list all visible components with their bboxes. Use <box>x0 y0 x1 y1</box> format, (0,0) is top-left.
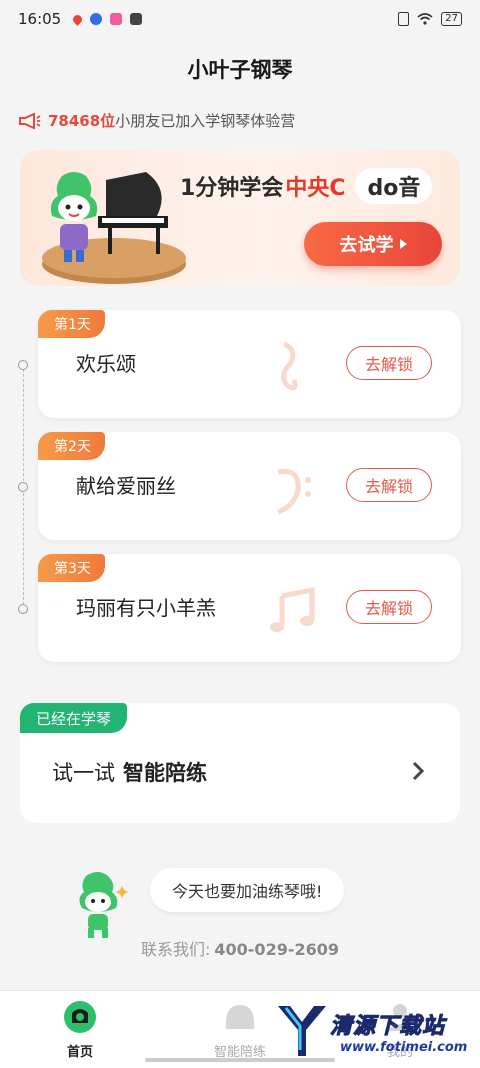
paw-icon <box>90 13 103 25</box>
page-title: 小叶子钢琴 <box>187 58 293 82</box>
smart-practice-card[interactable]: 已经在学琴 试一试 智能陪练 <box>20 703 460 823</box>
banner-title-prefix: 1分钟学会 <box>180 176 284 201</box>
try-lesson-label: 去试学 <box>339 235 394 256</box>
day-tag: 第3天 <box>38 554 105 582</box>
banner-title-badge: do音 <box>355 168 433 204</box>
tab-home[interactable]: 首页 <box>20 999 140 1060</box>
banner-title: 1分钟学会 中央C do音 <box>180 168 433 204</box>
tab-home-label: 首页 <box>66 1045 93 1060</box>
cheer-speech-bubble: 今天也要加油练琴哦! <box>150 868 345 912</box>
battery-icon: 27 <box>441 12 462 26</box>
wifi-icon <box>417 13 433 25</box>
unlock-button[interactable]: 去解锁 <box>346 468 432 502</box>
play-arrow-icon <box>399 239 407 249</box>
practice-icon <box>226 1005 254 1029</box>
music-note-icon <box>281 341 298 391</box>
mascot-pianist-icon <box>50 172 98 262</box>
try-lesson-button[interactable]: 去试学 <box>304 222 442 266</box>
mascot-cheer-icon <box>79 872 128 938</box>
lesson-card-day-1[interactable]: 第1天 欢乐颂 去解锁 <box>38 310 461 418</box>
watermark-url: www.fotimei.com <box>340 1040 468 1055</box>
timeline-dot <box>18 604 28 614</box>
day-tag: 第2天 <box>38 432 105 460</box>
already-learning-tag: 已经在学琴 <box>20 703 128 733</box>
eighth-notes-icon <box>270 586 315 632</box>
smart-practice-prefix: 试一试 <box>52 761 115 785</box>
watermark-logo-icon <box>278 1006 326 1056</box>
system-icons: 27 <box>398 12 462 26</box>
enrollment-notice: 78468位 小朋友已加入学钢琴体验营 <box>18 110 295 131</box>
unlock-button[interactable]: 去解锁 <box>346 590 432 624</box>
location-icon <box>71 12 85 26</box>
sim-icon <box>398 12 410 26</box>
smart-practice-bold: 智能陪练 <box>123 761 207 785</box>
status-time: 16:05 <box>18 10 62 28</box>
enrollment-count: 78468位 <box>48 112 116 130</box>
lesson-title: 玛丽有只小羊羔 <box>76 596 216 620</box>
home-icon <box>64 1001 96 1033</box>
enrollment-text: 小朋友已加入学钢琴体验营 <box>115 112 296 130</box>
unlock-button[interactable]: 去解锁 <box>346 346 432 380</box>
media-icon <box>130 13 143 25</box>
notification-icons <box>71 12 143 26</box>
lesson-title: 欢乐颂 <box>76 352 136 376</box>
home-indicator[interactable] <box>145 1058 335 1062</box>
chevron-right-icon[interactable] <box>412 761 424 781</box>
contact-label: 联系我们: <box>140 940 211 959</box>
banner-title-highlight: 中央C <box>285 176 346 201</box>
contact-phone[interactable]: 400-029-2609 <box>214 940 339 959</box>
lesson-card-day-2[interactable]: 第2天 献给爱丽丝 去解锁 <box>38 432 461 540</box>
day-tag: 第1天 <box>38 310 105 338</box>
timeline-dot <box>18 360 28 370</box>
app-icon <box>110 13 123 25</box>
contact-info: 联系我们: 400-029-2609 <box>0 936 480 960</box>
site-watermark: 清源下载站 www.fotimei.com <box>274 1000 480 1064</box>
lesson-title: 献给爱丽丝 <box>76 474 176 498</box>
bass-clef-icon <box>277 468 311 515</box>
smart-practice-text: 试一试 智能陪练 <box>52 757 207 787</box>
lesson-card-day-3[interactable]: 第3天 玛丽有只小羊羔 去解锁 <box>38 554 461 662</box>
megaphone-icon <box>19 111 41 130</box>
watermark-title: 清源下载站 <box>329 1014 446 1040</box>
timeline-dot <box>18 482 28 492</box>
trial-banner[interactable]: 1分钟学会 中央C do音 去试学 <box>20 150 460 286</box>
status-bar: 16:05 27 <box>0 0 480 38</box>
